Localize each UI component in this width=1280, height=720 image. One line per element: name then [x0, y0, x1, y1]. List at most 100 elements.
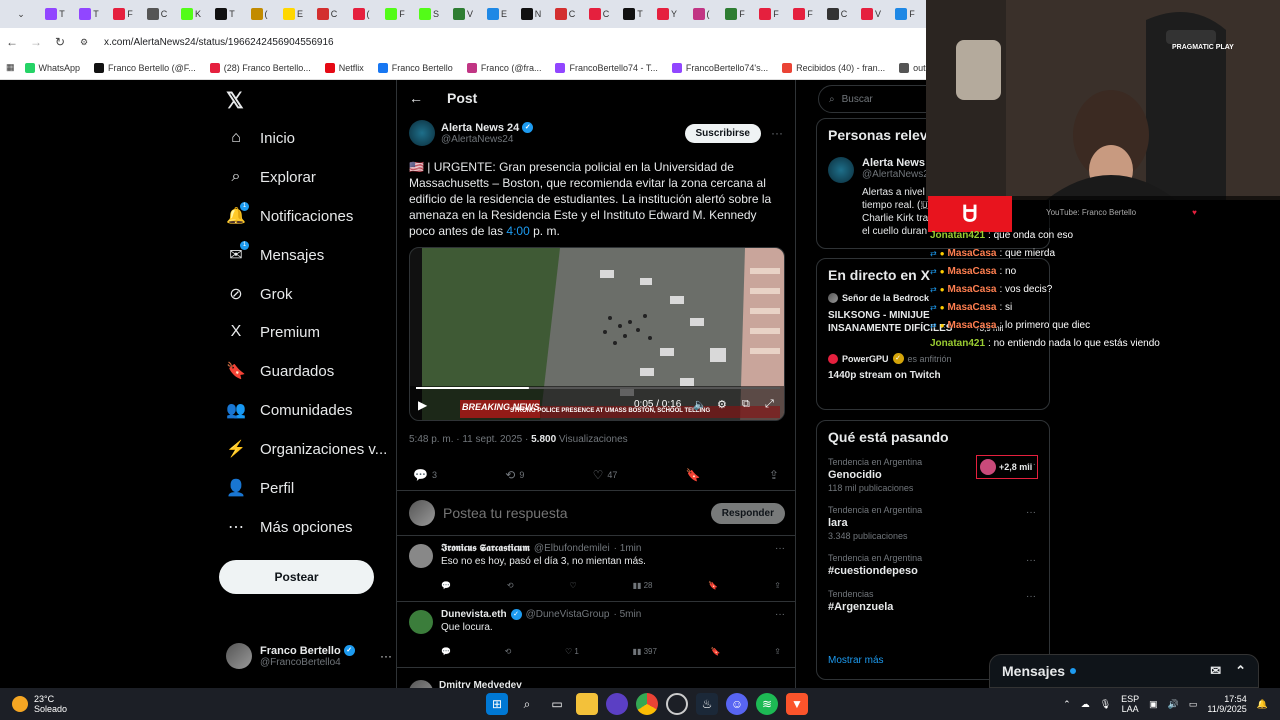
site-info-icon[interactable]: ⚙: [72, 37, 96, 48]
trend-item[interactable]: Tendencia en Argentina Genocidio 118 mil p…: [828, 457, 1038, 493]
settings-icon[interactable]: ⚙: [717, 398, 727, 411]
tab-list-button[interactable]: ⌄: [4, 3, 38, 25]
notifications-icon[interactable]: 🔔: [1257, 699, 1268, 710]
nav-item-organizaciones-v[interactable]: ⚡ Organizaciones v...: [226, 439, 387, 459]
repost-icon[interactable]: ⟲: [505, 647, 512, 656]
reply-icon[interactable]: 💬: [441, 581, 451, 590]
browser-tab[interactable]: C: [310, 3, 344, 25]
browser-tab[interactable]: (: [344, 3, 378, 25]
reply-author-name[interactable]: Dmitry Medvedev: [439, 680, 522, 688]
like-action[interactable]: ♡: [569, 581, 576, 590]
reply-tweet[interactable]: 𝕴𝖗𝖔𝖓𝖎𝖈𝖚𝖘 𝕾𝖆𝖗𝖈𝖆𝖘𝖙𝖎𝖈𝖚𝖒 @Elbufondemilei · 1mi…: [397, 536, 795, 602]
nav-item-guardados[interactable]: 🔖 Guardados: [226, 361, 334, 381]
weather-widget[interactable]: 23°C Soleado: [12, 694, 92, 714]
browser-tab[interactable]: S: [412, 3, 446, 25]
bookmark[interactable]: outlook: [899, 62, 926, 73]
browser-tab[interactable]: T: [616, 3, 650, 25]
chrome-icon[interactable]: [636, 693, 658, 715]
share-icon[interactable]: ⇪: [774, 581, 781, 590]
views-action[interactable]: ▮▮ 28: [633, 581, 653, 590]
more-icon[interactable]: ···: [380, 649, 392, 663]
nav-item-notificaciones[interactable]: 🔔 1 Notificaciones: [226, 202, 353, 226]
subscribe-button[interactable]: Suscribirse: [684, 123, 761, 143]
volume-icon[interactable]: 🔊: [1168, 699, 1179, 710]
bookmark[interactable]: (28) Franco Bertello...: [209, 62, 311, 73]
reply-time[interactable]: · 5min: [613, 609, 641, 620]
trend-item[interactable]: Tendencia en Argentina lara 3.348 publicac…: [828, 505, 1038, 541]
reply-author-name[interactable]: 𝕴𝖗𝖔𝖓𝖎𝖈𝖚𝖘 𝕾𝖆𝖗𝖈𝖆𝖘𝖙𝖎𝖈𝖚𝖒: [441, 543, 530, 554]
browser-tab[interactable]: F: [888, 3, 922, 25]
nav-item-comunidades[interactable]: 👥 Comunidades: [226, 400, 353, 420]
browser-tab[interactable]: C: [140, 3, 174, 25]
more-icon[interactable]: ···: [771, 126, 783, 140]
trend-item[interactable]: Tendencias #Argenzuela ···: [828, 589, 1038, 613]
views-action[interactable]: ▮▮ 397: [633, 647, 657, 656]
bookmark[interactable]: Franco (@fra...: [466, 62, 541, 73]
reply-time[interactable]: · 1min: [614, 543, 642, 554]
person-name[interactable]: Alerta News 2: [862, 157, 934, 169]
tweet-author-avatar[interactable]: [409, 120, 435, 146]
back-arrow-icon[interactable]: ←: [409, 90, 423, 106]
live-host-name[interactable]: PowerGPU: [842, 354, 889, 364]
bookmark[interactable]: Recibidos (40) - fran...: [782, 62, 885, 73]
account-switcher[interactable]: Franco Bertello ✓ @FrancoBertello4 ···: [226, 643, 392, 669]
clock[interactable]: 17:54 11/9/2025: [1207, 694, 1246, 714]
fullscreen-icon[interactable]: ⤢: [765, 398, 774, 411]
reply-input[interactable]: [443, 505, 711, 521]
nav-item-premium[interactable]: X Premium: [226, 322, 320, 342]
messages-drawer[interactable]: Mensajes ✉ ⌃: [989, 654, 1259, 688]
browser-tab[interactable]: F: [786, 3, 820, 25]
chevron-up-icon[interactable]: ⌃: [1235, 663, 1246, 679]
bookmark-action[interactable]: 🔖: [686, 468, 701, 482]
bookmark[interactable]: Franco Bertello (@F...: [94, 62, 196, 73]
avatar[interactable]: [828, 157, 854, 183]
tweet-text-time[interactable]: 4:00: [506, 224, 529, 238]
browser-tab[interactable]: C: [820, 3, 854, 25]
language-indicator[interactable]: ESP LAA: [1121, 694, 1139, 714]
more-icon[interactable]: ···: [1026, 507, 1036, 518]
discord-icon[interactable]: ☺: [726, 693, 748, 715]
more-icon[interactable]: ···: [775, 543, 785, 554]
avatar[interactable]: [409, 610, 433, 634]
spotify-icon[interactable]: ≋: [756, 693, 778, 715]
browser-tab[interactable]: N: [514, 3, 548, 25]
browser-tab[interactable]: F: [752, 3, 786, 25]
browser-tab[interactable]: (: [684, 3, 718, 25]
reply-author-name[interactable]: Dunevista.eth: [441, 609, 507, 620]
volume-icon[interactable]: 🔈: [693, 398, 707, 411]
apps-grid-icon[interactable]: ▦: [6, 62, 15, 73]
more-icon[interactable]: ···: [775, 609, 785, 620]
network-icon[interactable]: ▣: [1149, 699, 1158, 710]
browser-tab[interactable]: T: [38, 3, 72, 25]
compose-message-icon[interactable]: ✉: [1210, 663, 1221, 679]
browser-tab[interactable]: K: [174, 3, 208, 25]
search-icon[interactable]: ⌕: [516, 693, 538, 715]
like-action[interactable]: ♡ 47: [593, 468, 618, 482]
nav-item-perfil[interactable]: 👤 Perfil: [226, 478, 294, 498]
reply-author-handle[interactable]: @Elbufondemilei: [534, 543, 610, 554]
bookmark-icon[interactable]: 🔖: [711, 647, 721, 656]
reload-icon[interactable]: ↻: [48, 35, 72, 49]
avatar[interactable]: [409, 544, 433, 568]
browser-tab[interactable]: V: [854, 3, 888, 25]
battery-icon[interactable]: ▭: [1189, 699, 1198, 710]
browser-tab[interactable]: T: [72, 3, 106, 25]
browser-tab[interactable]: V: [446, 3, 480, 25]
mic-icon[interactable]: 🎙: [1100, 699, 1111, 710]
popout-icon[interactable]: ⧉: [742, 398, 750, 411]
onedrive-icon[interactable]: ☁: [1081, 699, 1090, 710]
repost-action[interactable]: ⟲ 9: [505, 468, 524, 482]
browser-tab[interactable]: F: [718, 3, 752, 25]
bookmark[interactable]: Franco Bertello: [377, 62, 453, 73]
obs-icon[interactable]: [666, 693, 688, 715]
like-action[interactable]: ♡ 1: [565, 647, 579, 656]
nav-item-m-s-opciones[interactable]: ⋯ Más opciones: [226, 517, 353, 537]
brave-icon[interactable]: ▼: [786, 693, 808, 715]
url-field[interactable]: x.com/AlertaNews24/status/19662424569045…: [104, 37, 334, 48]
browser-tab[interactable]: Y: [650, 3, 684, 25]
browser-tab[interactable]: E: [276, 3, 310, 25]
browser-tab[interactable]: C: [582, 3, 616, 25]
file-explorer-icon[interactable]: [576, 693, 598, 715]
share-action[interactable]: ⇪: [769, 468, 779, 482]
bookmark[interactable]: Netflix: [324, 62, 364, 73]
